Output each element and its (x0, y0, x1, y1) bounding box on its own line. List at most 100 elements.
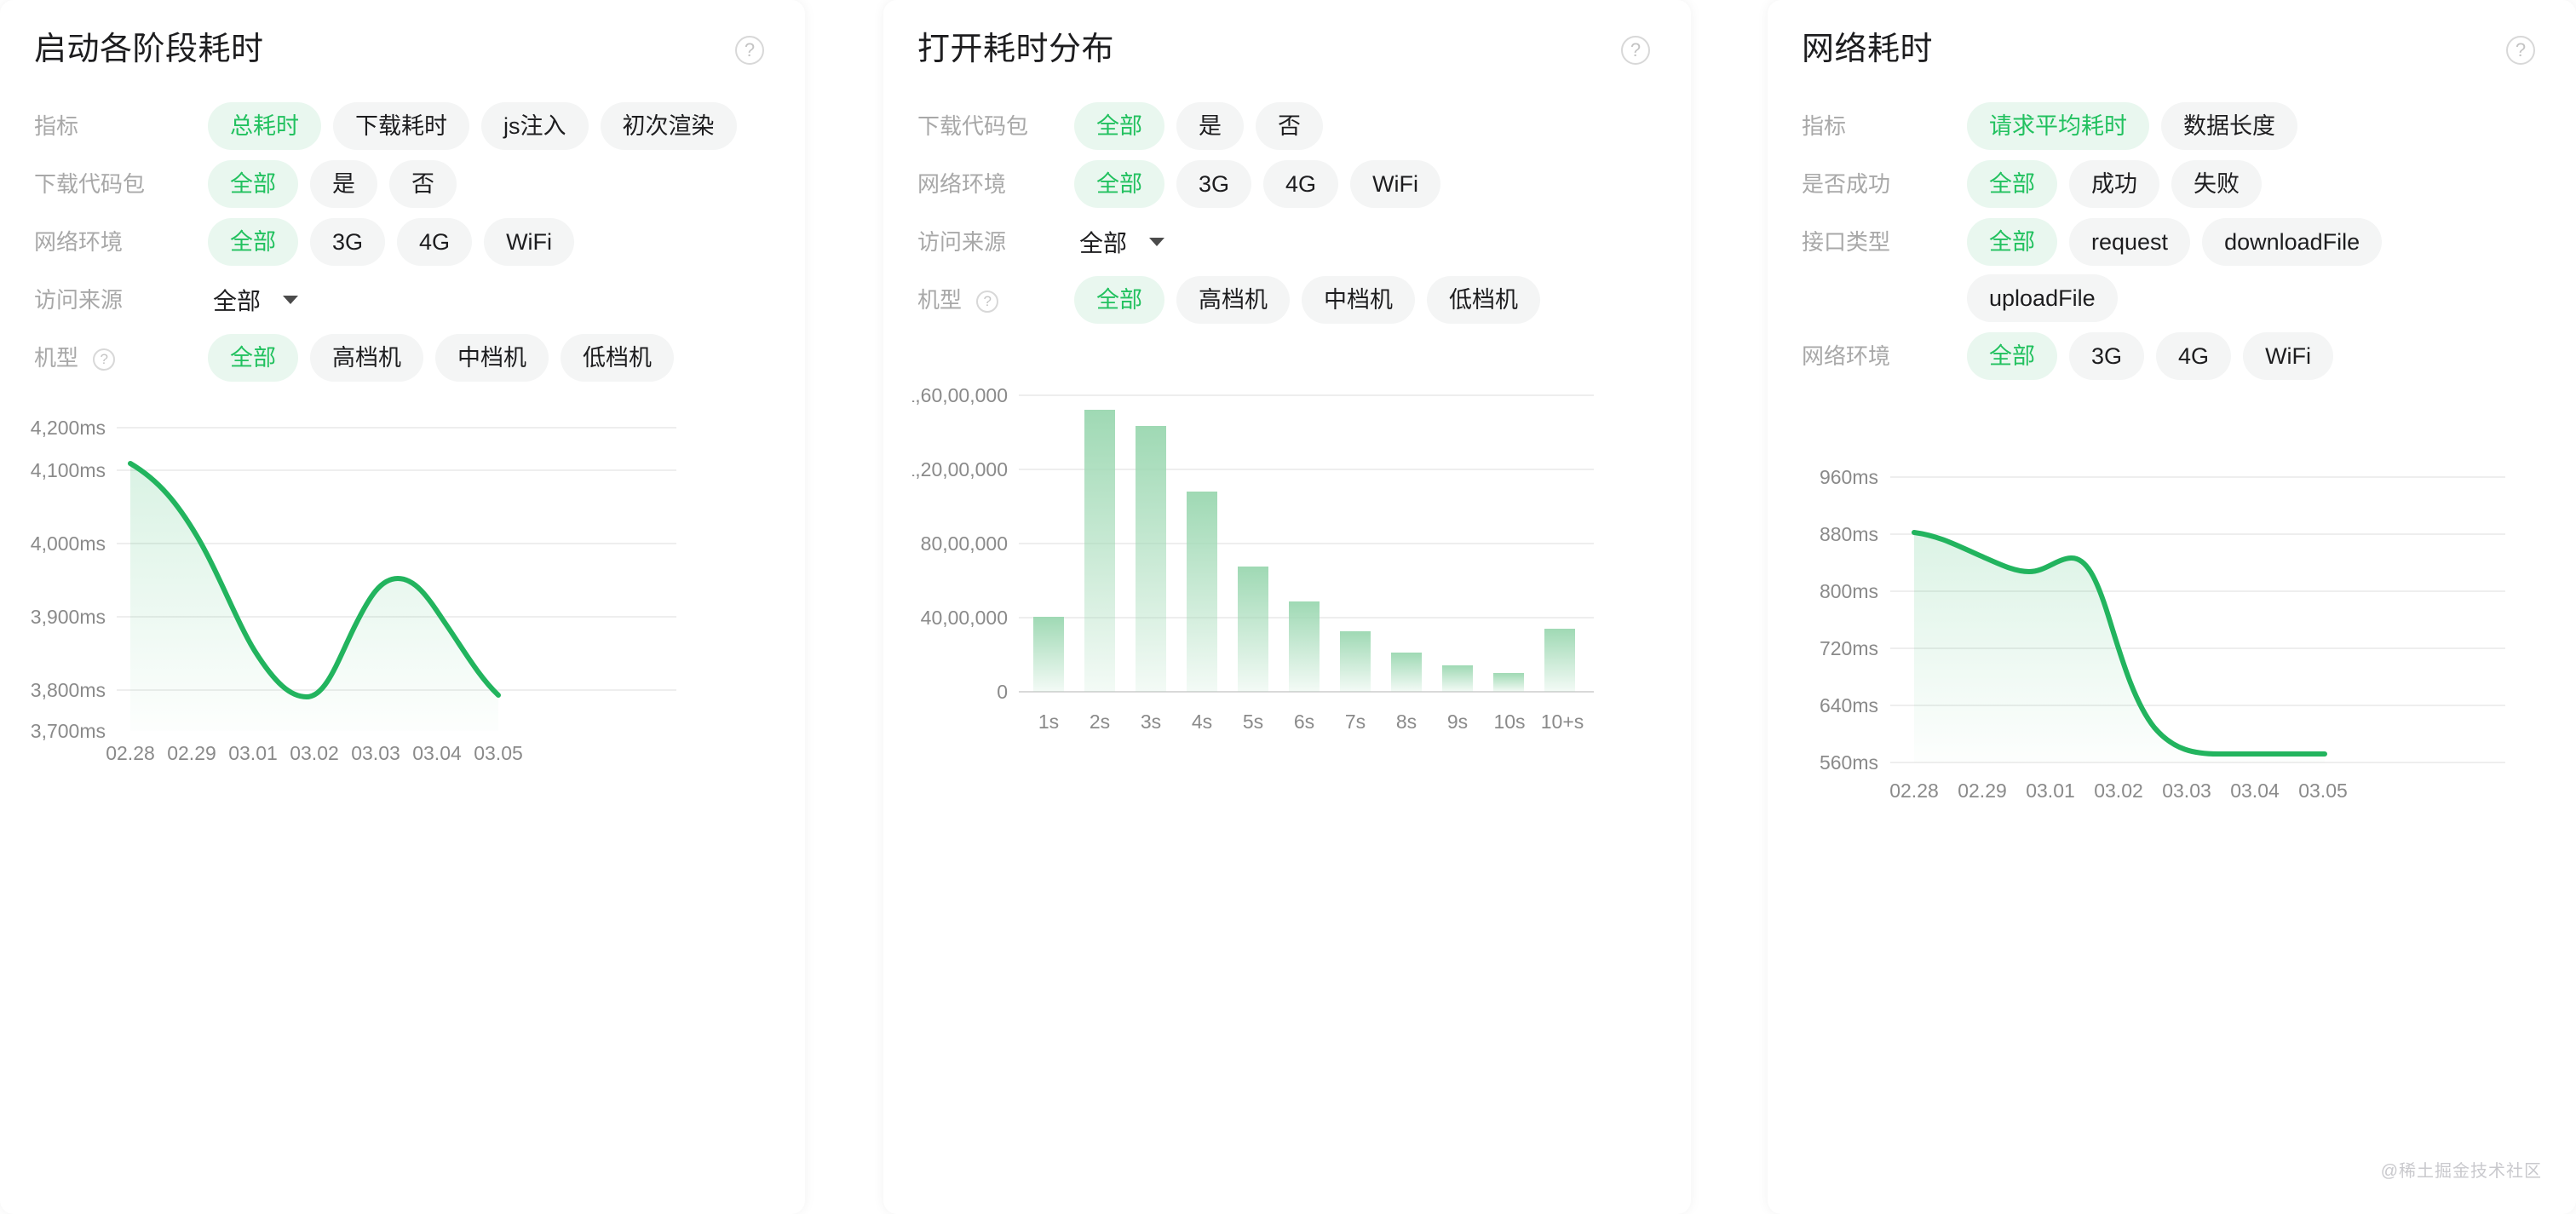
y-tick-label: 880ms (1820, 523, 1878, 545)
chip-option[interactable]: WiFi (2243, 332, 2334, 380)
chip-option[interactable]: 否 (389, 160, 457, 208)
chip-option[interactable]: 4G (397, 218, 473, 266)
bar (1289, 601, 1320, 692)
filter-row-api-type: 接口类型 全部 request downloadFile uploadFile (1797, 218, 2539, 322)
chip-option[interactable]: 全部 (1967, 332, 2057, 380)
chip-option[interactable]: 全部 (1967, 218, 2057, 266)
dropdown-value: 全部 (1079, 230, 1128, 256)
filter-label: 网络环境 (917, 171, 1007, 197)
x-tick-label: 03.03 (351, 742, 400, 762)
panel-header: 启动各阶段耗时 ? (29, 29, 768, 80)
chip-option[interactable]: 3G (2069, 332, 2145, 380)
chip-option[interactable]: 全部 (208, 218, 298, 266)
chip-option[interactable]: 初次渲染 (600, 102, 737, 150)
x-tick-label: 03.01 (2026, 780, 2075, 802)
x-tick-label: 03.01 (228, 742, 278, 762)
filter-group: 指标 总耗时 下载耗时 js注入 初次渲染 下载代码包 全部 是 否 网络环境 … (29, 102, 768, 382)
filter-row-metric: 指标 总耗时 下载耗时 js注入 初次渲染 (29, 102, 768, 150)
question-mark-icon[interactable]: ? (93, 348, 116, 371)
chart-network-duration: 960ms 880ms 800ms 720ms 640ms 560ms 02.2… (1797, 450, 2539, 808)
bar (1084, 410, 1115, 692)
filter-label-text: 机型 (34, 345, 79, 371)
chip-option[interactable]: 全部 (208, 160, 298, 208)
filter-label: 接口类型 (1802, 229, 1891, 255)
chip-option[interactable]: 3G (1176, 160, 1252, 208)
x-tick-label: 8s (1396, 711, 1417, 733)
x-tick-label: 1s (1038, 711, 1059, 733)
x-tick-label: 03.02 (290, 742, 339, 762)
chip-option[interactable]: 全部 (1074, 276, 1164, 324)
chip-option[interactable]: 低档机 (561, 334, 674, 382)
chevron-down-icon (283, 296, 299, 304)
chip-option[interactable]: js注入 (481, 102, 589, 150)
chip-option[interactable]: 是 (310, 160, 377, 208)
chip-option[interactable]: 成功 (2069, 160, 2159, 208)
chip-option[interactable]: 4G (2156, 332, 2232, 380)
watermark: @稀土掘金技术社区 (2380, 1162, 2542, 1181)
chip-option[interactable]: 中档机 (435, 334, 549, 382)
chip-option[interactable]: 失败 (2171, 160, 2262, 208)
y-tick-label: 720ms (1820, 637, 1878, 659)
dropdown-value: 全部 (213, 288, 262, 314)
chip-option[interactable]: 数据长度 (2161, 102, 2297, 150)
x-axis-tick-labels: 02.28 02.29 03.01 03.02 03.03 03.04 03.0… (106, 742, 523, 762)
chip-option[interactable]: uploadFile (1967, 274, 2118, 322)
chip-option[interactable]: 全部 (208, 334, 298, 382)
chip-option[interactable]: 3G (310, 218, 386, 266)
filter-row-source: 访问来源 全部 (29, 276, 768, 324)
chip-list: 全部 高档机 中档机 低档机 (208, 334, 768, 382)
y-tick-label: 4,200ms (31, 417, 106, 439)
x-tick-label: 10+s (1541, 711, 1584, 733)
filter-label: 下载代码包 (34, 171, 146, 197)
bar (1544, 629, 1575, 692)
chip-option[interactable]: 4G (1263, 160, 1339, 208)
chip-list: 全部 高档机 中档机 低档机 (1074, 276, 1653, 324)
filter-row-download-package: 下载代码包 全部 是 否 (912, 102, 1653, 150)
chip-option[interactable]: 下载耗时 (333, 102, 469, 150)
filter-row-device: 机型 ? 全部 高档机 中档机 低档机 (29, 334, 768, 382)
x-tick-label: 02.28 (1889, 780, 1939, 802)
chip-option[interactable]: 全部 (1074, 160, 1164, 208)
chip-option[interactable]: 全部 (1967, 160, 2057, 208)
filter-label: 下载代码包 (917, 113, 1029, 139)
filter-label: 访问来源 (34, 287, 124, 313)
chip-option[interactable]: 中档机 (1302, 276, 1415, 324)
question-mark-icon[interactable]: ? (976, 291, 999, 314)
chip-option[interactable]: downloadFile (2202, 218, 2383, 266)
y-tick-label: 560ms (1820, 751, 1878, 774)
chip-option[interactable]: 请求平均耗时 (1967, 102, 2149, 150)
filter-label: 是否成功 (1802, 171, 1891, 197)
chip-option[interactable]: 总耗时 (208, 102, 321, 150)
chip-option[interactable]: 高档机 (310, 334, 423, 382)
y-tick-label: 3,800ms (31, 679, 106, 701)
question-mark-icon[interactable]: ? (1621, 36, 1650, 65)
page-title: 网络耗时 (1802, 32, 1934, 67)
filter-label: 访问来源 (917, 229, 1007, 255)
chip-option[interactable]: 高档机 (1176, 276, 1290, 324)
x-tick-label: 02.29 (167, 742, 216, 762)
filter-row-network: 网络环境 全部 3G 4G WiFi (1797, 332, 2539, 380)
x-tick-label: 7s (1345, 711, 1366, 733)
y-tick-label: 960ms (1820, 466, 1878, 488)
chip-option[interactable]: WiFi (1350, 160, 1441, 208)
chip-option[interactable]: request (2069, 218, 2191, 266)
source-dropdown[interactable]: 全部 (208, 276, 299, 324)
chip-option[interactable]: 全部 (1074, 102, 1164, 150)
chip-list: 总耗时 下载耗时 js注入 初次渲染 (208, 102, 768, 150)
question-mark-icon[interactable]: ? (735, 36, 764, 65)
chip-option[interactable]: WiFi (484, 218, 575, 266)
bar (1238, 567, 1268, 692)
chip-option[interactable]: 是 (1176, 102, 1244, 150)
question-mark-icon[interactable]: ? (2506, 36, 2535, 65)
x-tick-label: 02.28 (106, 742, 155, 762)
y-tick-label: 1,20,00,000 (912, 458, 1008, 480)
chip-list: 全部 是 否 (1074, 102, 1653, 150)
chip-option[interactable]: 低档机 (1427, 276, 1540, 324)
filter-label: 指标 (1802, 113, 1847, 139)
panel-startup-duration: 启动各阶段耗时 ? 指标 总耗时 下载耗时 js注入 初次渲染 下载代码包 全部… (0, 0, 805, 1214)
x-tick-label: 9s (1447, 711, 1468, 733)
x-tick-label: 6s (1294, 711, 1314, 733)
chip-option[interactable]: 否 (1256, 102, 1323, 150)
source-dropdown[interactable]: 全部 (1074, 218, 1165, 266)
bar (1340, 631, 1371, 692)
